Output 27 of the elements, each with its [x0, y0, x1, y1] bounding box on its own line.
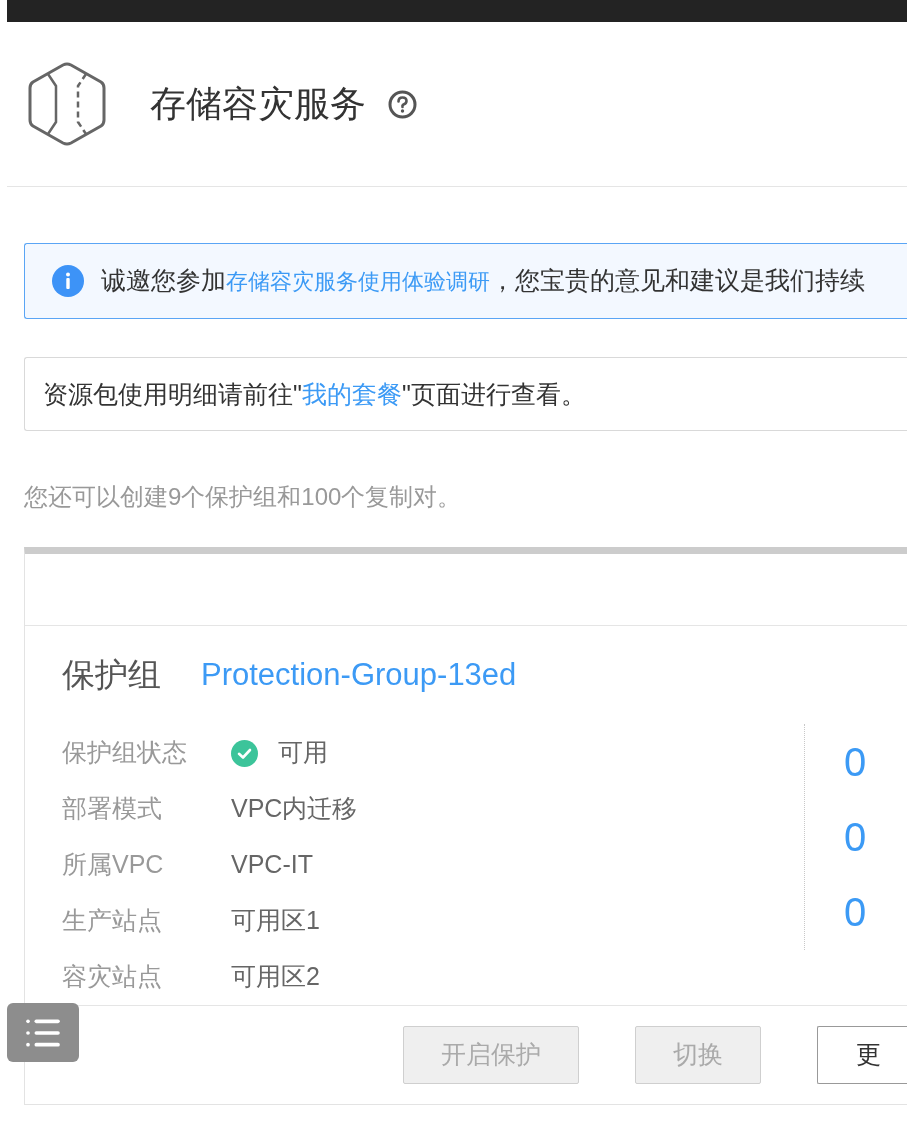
detail-label: 容灾站点: [62, 961, 163, 993]
detail-label: 所属VPC: [62, 849, 165, 881]
detail-label: 部署模式: [62, 793, 163, 825]
hexagon-logo-icon: [28, 62, 106, 146]
quota-note: 您还可以创建9个保护组和100个复制对。: [24, 482, 463, 512]
survey-invitation-text: 诚邀您参加存储容灾服务使用体验调研，您宝贵的意见和建议是我们持续: [101, 265, 865, 296]
detail-label: 保护组状态: [62, 737, 188, 769]
detail-value: 可用区2: [231, 961, 320, 993]
my-package-link[interactable]: 我的套餐: [301, 380, 402, 408]
action-button[interactable]: 更: [817, 1026, 907, 1084]
summary-number: 0: [844, 888, 867, 936]
summary-number: 0: [844, 813, 867, 861]
help-icon[interactable]: [388, 89, 417, 119]
summary-number: 0: [844, 738, 867, 786]
menu-button[interactable]: [7, 1003, 79, 1062]
detail-label: 生产站点: [62, 905, 163, 937]
info-icon: [52, 265, 84, 297]
group-name-link[interactable]: Protection-Group-13ed: [201, 655, 517, 695]
package-notice-text: 资源包使用明细请前往"我的套餐"页面进行查看。: [43, 379, 586, 410]
detail-value: VPC-IT: [231, 849, 313, 881]
detail-value: VPC内迁移: [231, 793, 358, 825]
check-circle-icon: [231, 739, 258, 767]
page-title: 存储容灾服务: [150, 82, 366, 126]
survey-link[interactable]: 存储容灾服务使用体验调研: [226, 269, 490, 294]
status-value: 可用: [278, 737, 328, 769]
group-label: 保护组: [62, 655, 161, 695]
detail-value: 可用区1: [231, 905, 320, 937]
